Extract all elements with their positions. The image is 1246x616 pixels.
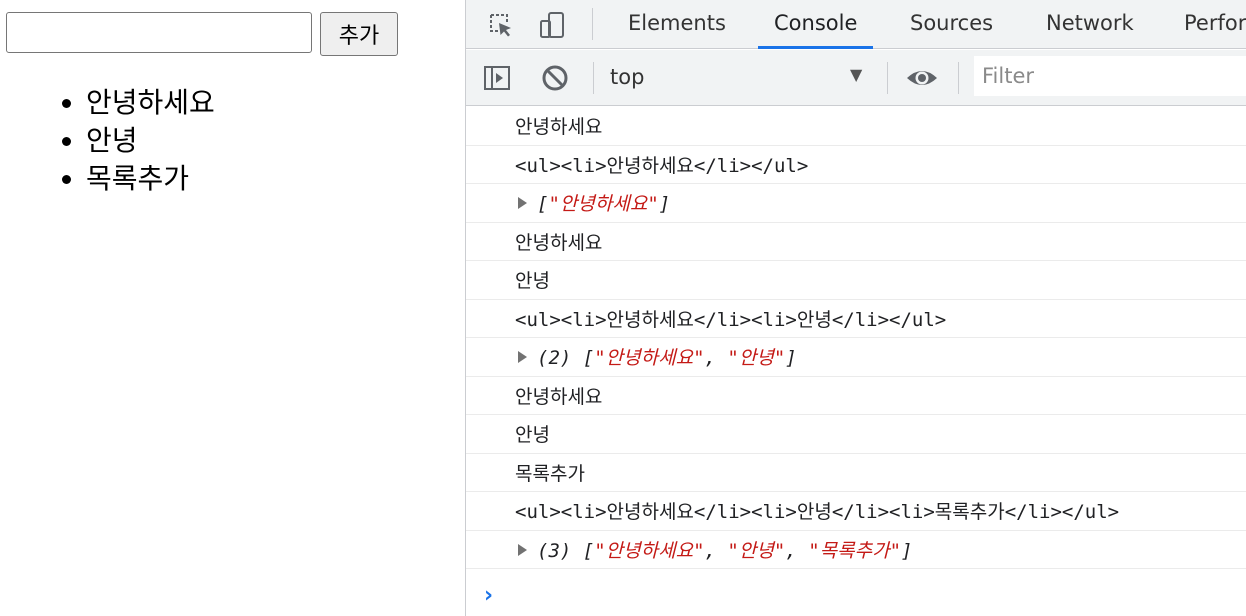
array-bracket: ] <box>658 193 671 216</box>
array-preview: (3) ["안녕하세요", "안녕", "목록추가"] <box>515 536 912 563</box>
array-string-item: 안녕하세요 <box>605 347 694 370</box>
array-string-item: 안녕하세요 <box>605 539 694 562</box>
devtools-panel: Elements Console Sources Network Perfor … <box>465 0 1246 616</box>
console-message-text: 안녕하세요 <box>515 231 603 254</box>
text-input[interactable] <box>6 12 312 53</box>
tab-network[interactable]: Network <box>1046 0 1134 49</box>
tabbar-separator <box>592 8 593 40</box>
array-string-item: 목록추가 <box>819 539 890 562</box>
web-page: 추가 안녕하세요 안녕 목록추가 <box>0 0 465 616</box>
console-message-text: <ul><li>안녕하세요</li></ul> <box>515 154 809 177</box>
item-list: 안녕하세요 안녕 목록추가 <box>0 84 215 198</box>
array-count: (3) <box>537 539 583 562</box>
add-button[interactable]: 추가 <box>320 12 398 56</box>
console-message: 안녕하세요 <box>466 107 1246 146</box>
expand-triangle-icon[interactable] <box>518 543 527 556</box>
string-quote: " <box>647 193 659 216</box>
string-quote: " <box>808 539 820 562</box>
string-quote: " <box>727 347 739 370</box>
console-message: 안녕 <box>466 415 1246 454</box>
array-preview: ["안녕하세요"] <box>515 189 670 216</box>
array-separator: , <box>704 347 728 370</box>
list-item: 목록추가 <box>86 160 215 198</box>
context-selector[interactable]: top <box>610 50 644 104</box>
array-string-item: 안녕 <box>738 539 774 562</box>
tab-performance[interactable]: Perfor <box>1184 0 1246 49</box>
array-separator: , <box>785 539 809 562</box>
console-message-text: <ul><li>안녕하세요</li><li>안녕</li></ul> <box>515 308 947 331</box>
filter-input[interactable] <box>974 56 1246 96</box>
string-quote: " <box>727 539 739 562</box>
show-sidebar-icon[interactable] <box>480 61 514 95</box>
tab-elements[interactable]: Elements <box>628 0 726 49</box>
console-message-text: 안녕하세요 <box>515 116 603 139</box>
tab-console[interactable]: Console <box>757 0 874 49</box>
string-quote: " <box>889 539 902 562</box>
expand-triangle-icon[interactable] <box>518 351 527 363</box>
console-message[interactable]: (3) ["안녕하세요", "안녕", "목록추가"] <box>466 531 1246 569</box>
array-count: (2) <box>537 347 583 370</box>
devtools-tabbar: Elements Console Sources Network Perfor <box>466 0 1246 49</box>
toolbar-separator <box>887 62 888 94</box>
console-message: 안녕하세요 <box>466 223 1246 261</box>
clear-console-icon[interactable] <box>538 61 572 95</box>
array-preview: (2) ["안녕하세요", "안녕"] <box>515 343 797 370</box>
console-message: 안녕하세요 <box>466 377 1246 415</box>
console-toolbar: top ▼ <box>466 50 1246 106</box>
console-message: <ul><li>안녕하세요</li><li>안녕</li></ul> <box>466 300 1246 338</box>
device-toolbar-icon[interactable] <box>535 8 569 42</box>
string-quote: " <box>594 347 606 370</box>
console-message-text: 안녕 <box>515 270 550 293</box>
array-bracket: ] <box>901 539 913 562</box>
inspect-element-icon[interactable] <box>484 8 518 42</box>
console-message[interactable]: (2) ["안녕하세요", "안녕"] <box>466 338 1246 377</box>
console-message-text: 안녕 <box>515 424 550 447</box>
console-message: <ul><li>안녕하세요</li></ul> <box>466 146 1246 184</box>
string-quote: " <box>594 539 606 562</box>
dropdown-arrow-icon[interactable]: ▼ <box>850 65 862 84</box>
console-message: <ul><li>안녕하세요</li><li>안녕</li><li>목록추가</l… <box>466 492 1246 531</box>
string-quote: " <box>773 539 786 562</box>
console-message[interactable]: ["안녕하세요"] <box>466 184 1246 223</box>
console-message: 목록추가 <box>466 454 1246 492</box>
list-item: 안녕하세요 <box>86 84 215 122</box>
console-message-text: 안녕하세요 <box>515 385 603 408</box>
console-output: 안녕하세요 <ul><li>안녕하세요</li></ul> ["안녕하세요"] 안녕하… <box>466 107 1246 608</box>
console-message-text: <ul><li>안녕하세요</li><li>안녕</li><li>목록추가</l… <box>515 501 1120 524</box>
array-string-item: 안녕 <box>738 347 774 370</box>
expand-triangle-icon[interactable] <box>518 197 527 209</box>
string-quote: " <box>548 193 560 216</box>
live-expression-eye-icon[interactable] <box>905 61 939 95</box>
console-message: 안녕 <box>466 261 1246 300</box>
tab-sources[interactable]: Sources <box>910 0 993 49</box>
array-bracket: [ <box>582 347 595 370</box>
array-string-item: 안녕하세요 <box>559 193 648 216</box>
toolbar-separator <box>593 62 594 94</box>
toolbar-separator <box>958 62 959 94</box>
string-quote: " <box>693 347 705 370</box>
string-quote: " <box>693 539 705 562</box>
array-bracket: [ <box>582 539 595 562</box>
string-quote: " <box>773 347 786 370</box>
console-message-text: 목록추가 <box>515 462 585 485</box>
console-prompt-icon[interactable]: › <box>484 583 493 608</box>
list-item: 안녕 <box>86 122 215 160</box>
array-bracket: [ <box>537 193 549 216</box>
array-bracket: ] <box>785 347 797 370</box>
array-separator: , <box>704 539 728 562</box>
